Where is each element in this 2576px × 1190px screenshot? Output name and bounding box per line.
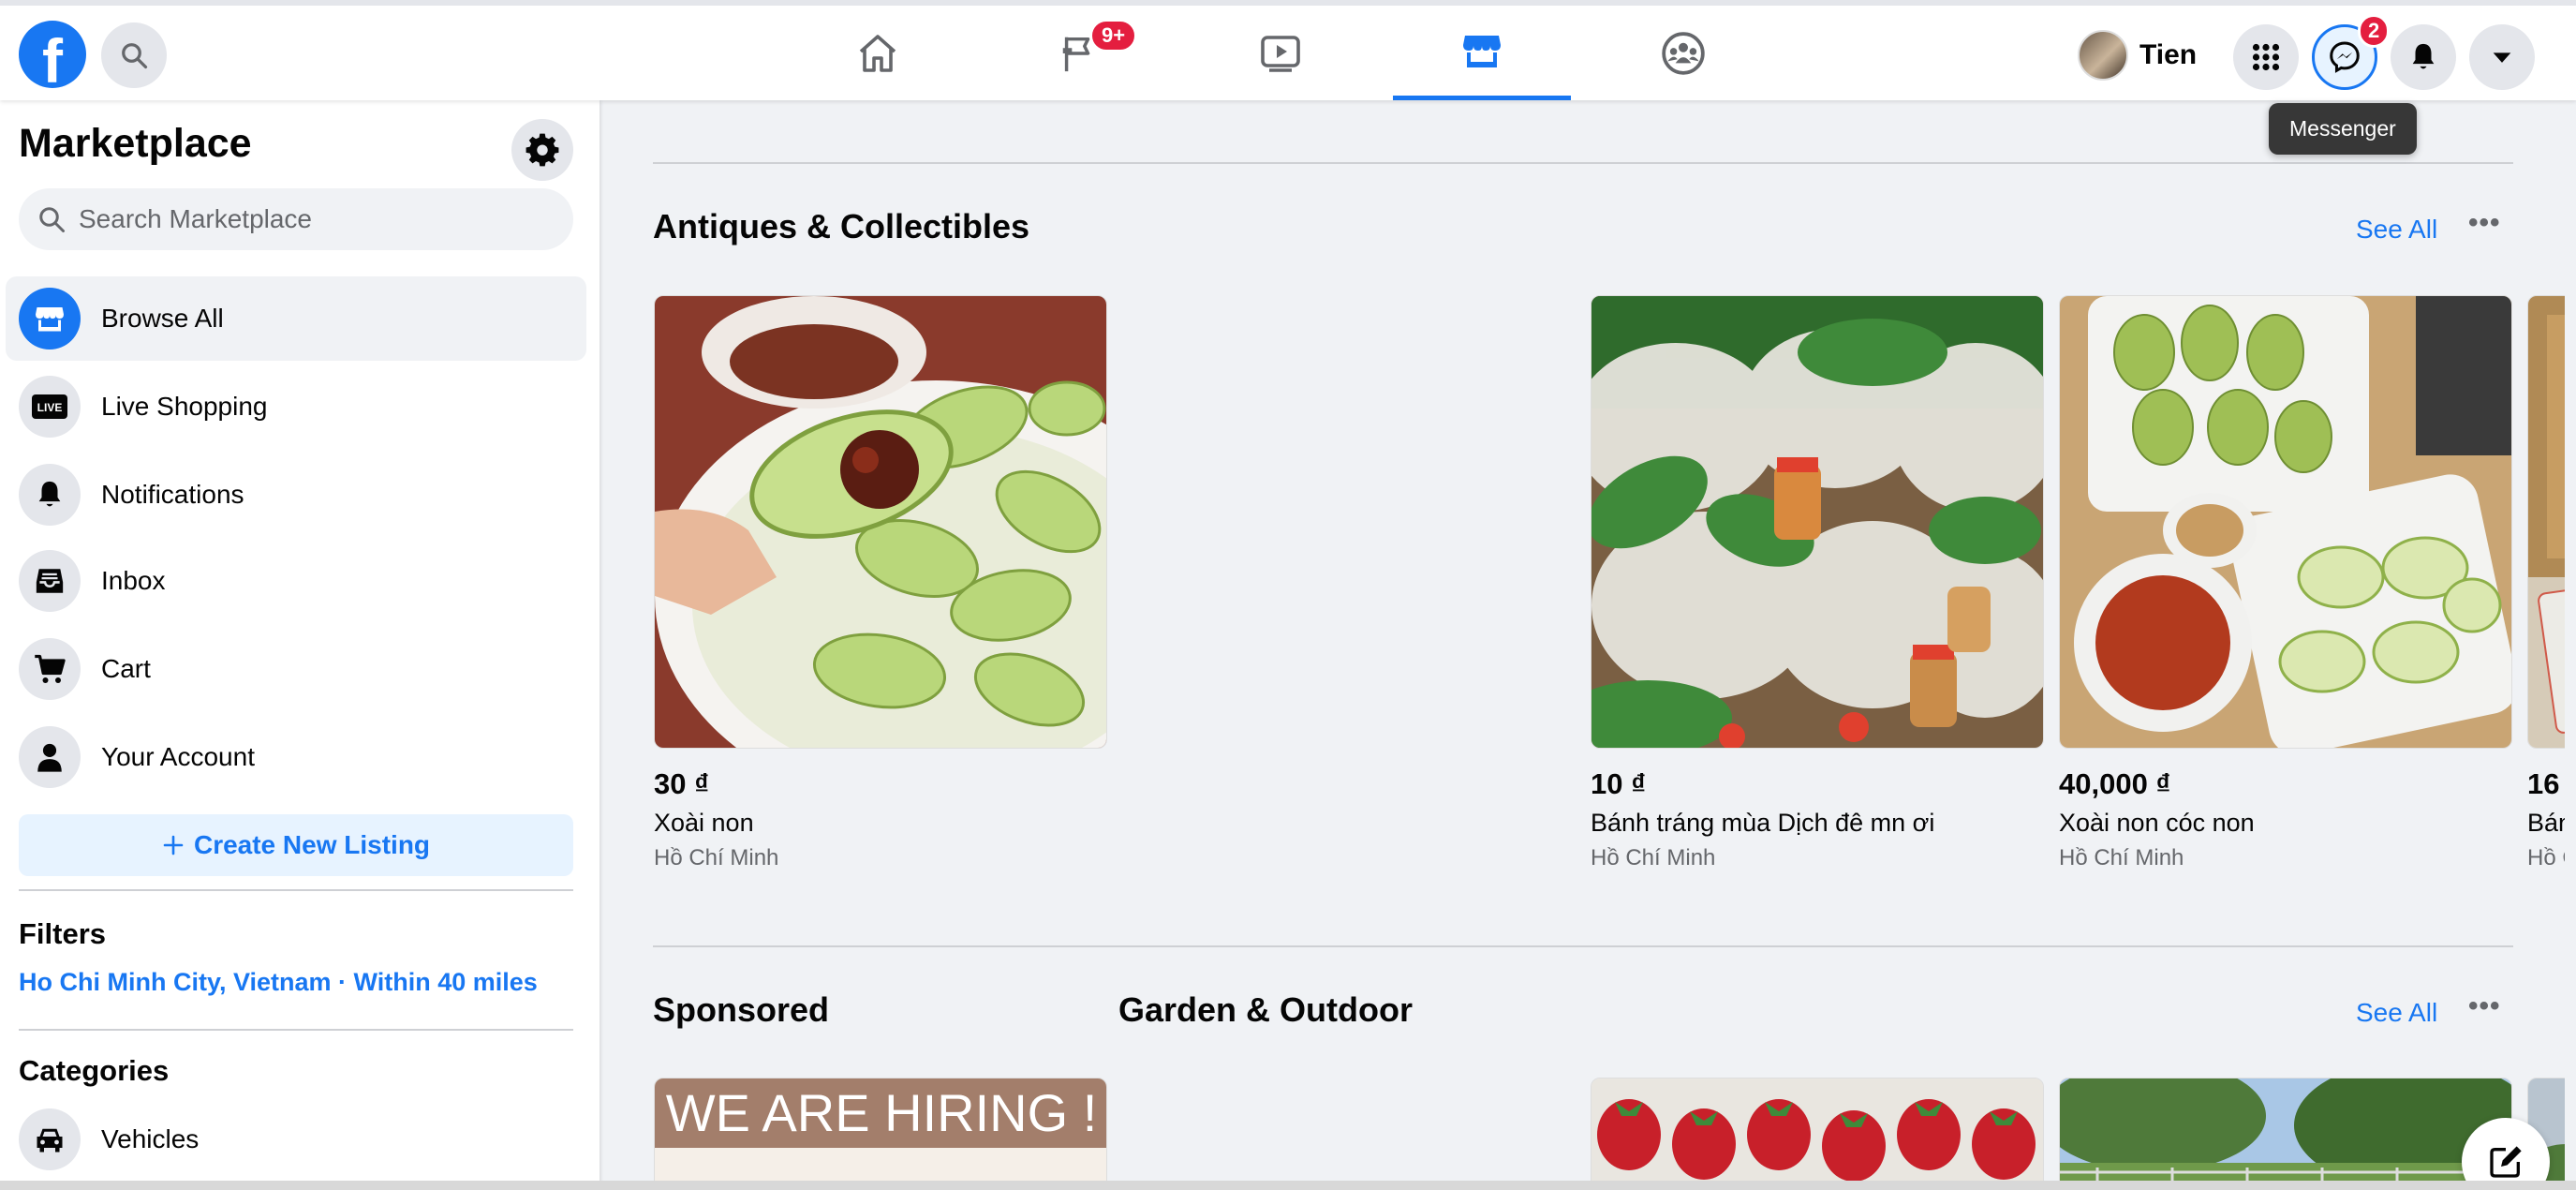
nav-tab-pages[interactable]: 9+	[990, 6, 1168, 100]
account-button[interactable]	[2469, 24, 2535, 90]
more-options-button[interactable]: •••	[2468, 207, 2501, 239]
see-all-garden-link[interactable]: See All	[2356, 998, 2437, 1028]
marketplace-search-input[interactable]	[79, 204, 566, 234]
live-icon-text: LIVE	[37, 401, 63, 414]
video-icon	[1261, 35, 1300, 72]
listing-photo	[1591, 295, 2044, 749]
nav-tab-marketplace[interactable]	[1393, 6, 1571, 100]
listing-photo	[2059, 295, 2512, 749]
sidebar-item-label: Live Shopping	[101, 392, 268, 421]
create-new-listing-label: Create New Listing	[193, 830, 431, 859]
car-icon	[37, 1128, 63, 1153]
bell-icon	[38, 481, 61, 507]
listing-price: 30 ₫	[654, 767, 710, 800]
more-options-button[interactable]: •••	[2468, 990, 2501, 1022]
section-divider	[653, 162, 2513, 164]
sidebar-item-cart[interactable]: Cart	[6, 627, 586, 711]
search-icon	[39, 207, 65, 232]
menu-button[interactable]	[2233, 24, 2299, 90]
search-button[interactable]	[101, 22, 167, 88]
listing-location: Hồ Chí Minh	[654, 845, 779, 870]
profile-name: Tien	[2139, 39, 2198, 70]
messenger-button[interactable]: 2	[2312, 14, 2391, 90]
page-scrollbar[interactable]	[2565, 100, 2576, 1181]
store-icon	[36, 307, 64, 332]
filters-heading: Filters	[19, 917, 107, 950]
divider	[19, 1029, 573, 1031]
cart-icon	[35, 654, 66, 683]
listing-price: 40,000 ₫	[2059, 767, 2171, 800]
sponsored-ad-image[interactable]: WE ARE HIRING !	[654, 1078, 1107, 1190]
messenger-badge: 2	[2358, 14, 2391, 48]
listing-card[interactable]: 30 ₫ Xoài non Hồ Chí Minh	[654, 295, 1107, 871]
sidebar-item-notifications[interactable]: Notifications	[6, 453, 586, 537]
facebook-logo[interactable]: f	[19, 21, 86, 88]
avatar	[2078, 30, 2128, 81]
inbox-icon	[36, 569, 64, 593]
section-title-garden: Garden & Outdoor	[1118, 990, 1413, 1029]
listing-location: Hồ Chí Minh	[1591, 845, 1716, 870]
marketplace-feed: Antiques & Collectibles See All ••• 30 ₫…	[600, 100, 2576, 1190]
listing-photo	[654, 295, 1107, 749]
sidebar-item-label: Notifications	[101, 480, 244, 509]
grid-menu-icon	[2252, 43, 2280, 71]
listing-price: 10 ₫	[1591, 767, 1647, 800]
location-filter-link[interactable]: Ho Chi Minh City, Vietnam · Within 40 mi…	[19, 968, 538, 997]
settings-button[interactable]	[511, 119, 573, 181]
nav-tab-groups[interactable]	[1594, 6, 1772, 100]
profile-button[interactable]: Tien	[2078, 24, 2208, 86]
nav-tab-home[interactable]	[789, 6, 967, 100]
section-divider	[653, 945, 2513, 947]
top-navigation-bar: f 9+ Tien 2	[0, 0, 2576, 100]
notifications-button[interactable]	[2391, 24, 2456, 90]
section-title-sponsored: Sponsored	[653, 990, 830, 1029]
divider	[19, 889, 573, 891]
listing-title: Bánh tráng mùa Dịch đê mn ơi	[1591, 809, 1935, 837]
caret-down-icon	[2493, 52, 2511, 63]
nav-tab-watch[interactable]	[1192, 6, 1369, 100]
categories-heading: Categories	[19, 1054, 170, 1087]
listing-card[interactable]: 40,000 ₫ Xoài non cóc non Hồ Chí Minh	[2059, 295, 2512, 871]
listing-title: Xoài non cóc non	[2059, 809, 2255, 837]
sidebar-item-label: Cart	[101, 654, 151, 683]
window-bottom-edge	[0, 1181, 2576, 1190]
live-icon: LIVE	[32, 394, 67, 419]
ad-banner-text: WE ARE HIRING !	[655, 1078, 1106, 1148]
groups-icon	[1662, 31, 1705, 75]
listing-card[interactable]: 10 ₫ Bánh tráng mùa Dịch đê mn ơi Hồ Chí…	[1591, 295, 2044, 871]
category-label: Vehicles	[101, 1124, 200, 1153]
messenger-tooltip: Messenger	[2269, 103, 2417, 155]
create-new-listing-button[interactable]: Create New Listing	[19, 814, 573, 876]
sidebar-item-label: Inbox	[101, 566, 166, 595]
sidebar-item-browse-all[interactable]: Browse All	[6, 276, 586, 361]
bell-icon	[2412, 43, 2435, 69]
marketplace-sidebar: Marketplace Browse All LIVE Live Shoppin…	[0, 100, 600, 1190]
person-icon	[37, 743, 62, 772]
sidebar-item-label: Browse All	[101, 304, 224, 333]
compose-icon	[2490, 1146, 2522, 1178]
messenger-icon	[2330, 41, 2360, 73]
home-icon	[859, 34, 896, 72]
see-all-antiques-link[interactable]: See All	[2356, 215, 2437, 245]
listing-location: Hồ Chí Minh	[2059, 845, 2184, 870]
listing-photo[interactable]	[1591, 1078, 2044, 1190]
sidebar-item-your-account[interactable]: Your Account	[6, 715, 586, 799]
store-icon	[1463, 36, 1501, 67]
listing-photo[interactable]	[2059, 1078, 2512, 1190]
sidebar-title: Marketplace	[19, 121, 252, 166]
sidebar-item-label: Your Account	[101, 742, 255, 771]
sidebar-item-inbox[interactable]: Inbox	[6, 539, 586, 623]
plus-icon	[163, 835, 184, 855]
search-icon	[122, 43, 148, 69]
category-vehicles[interactable]: Vehicles	[6, 1097, 586, 1182]
pages-notification-badge: 9+	[1089, 19, 1138, 52]
section-title-antiques: Antiques & Collectibles	[653, 207, 1030, 245]
marketplace-search[interactable]	[19, 188, 573, 250]
listing-title: Xoài non	[654, 809, 754, 837]
gear-icon	[526, 133, 559, 167]
sidebar-item-live-shopping[interactable]: LIVE Live Shopping	[6, 364, 586, 449]
